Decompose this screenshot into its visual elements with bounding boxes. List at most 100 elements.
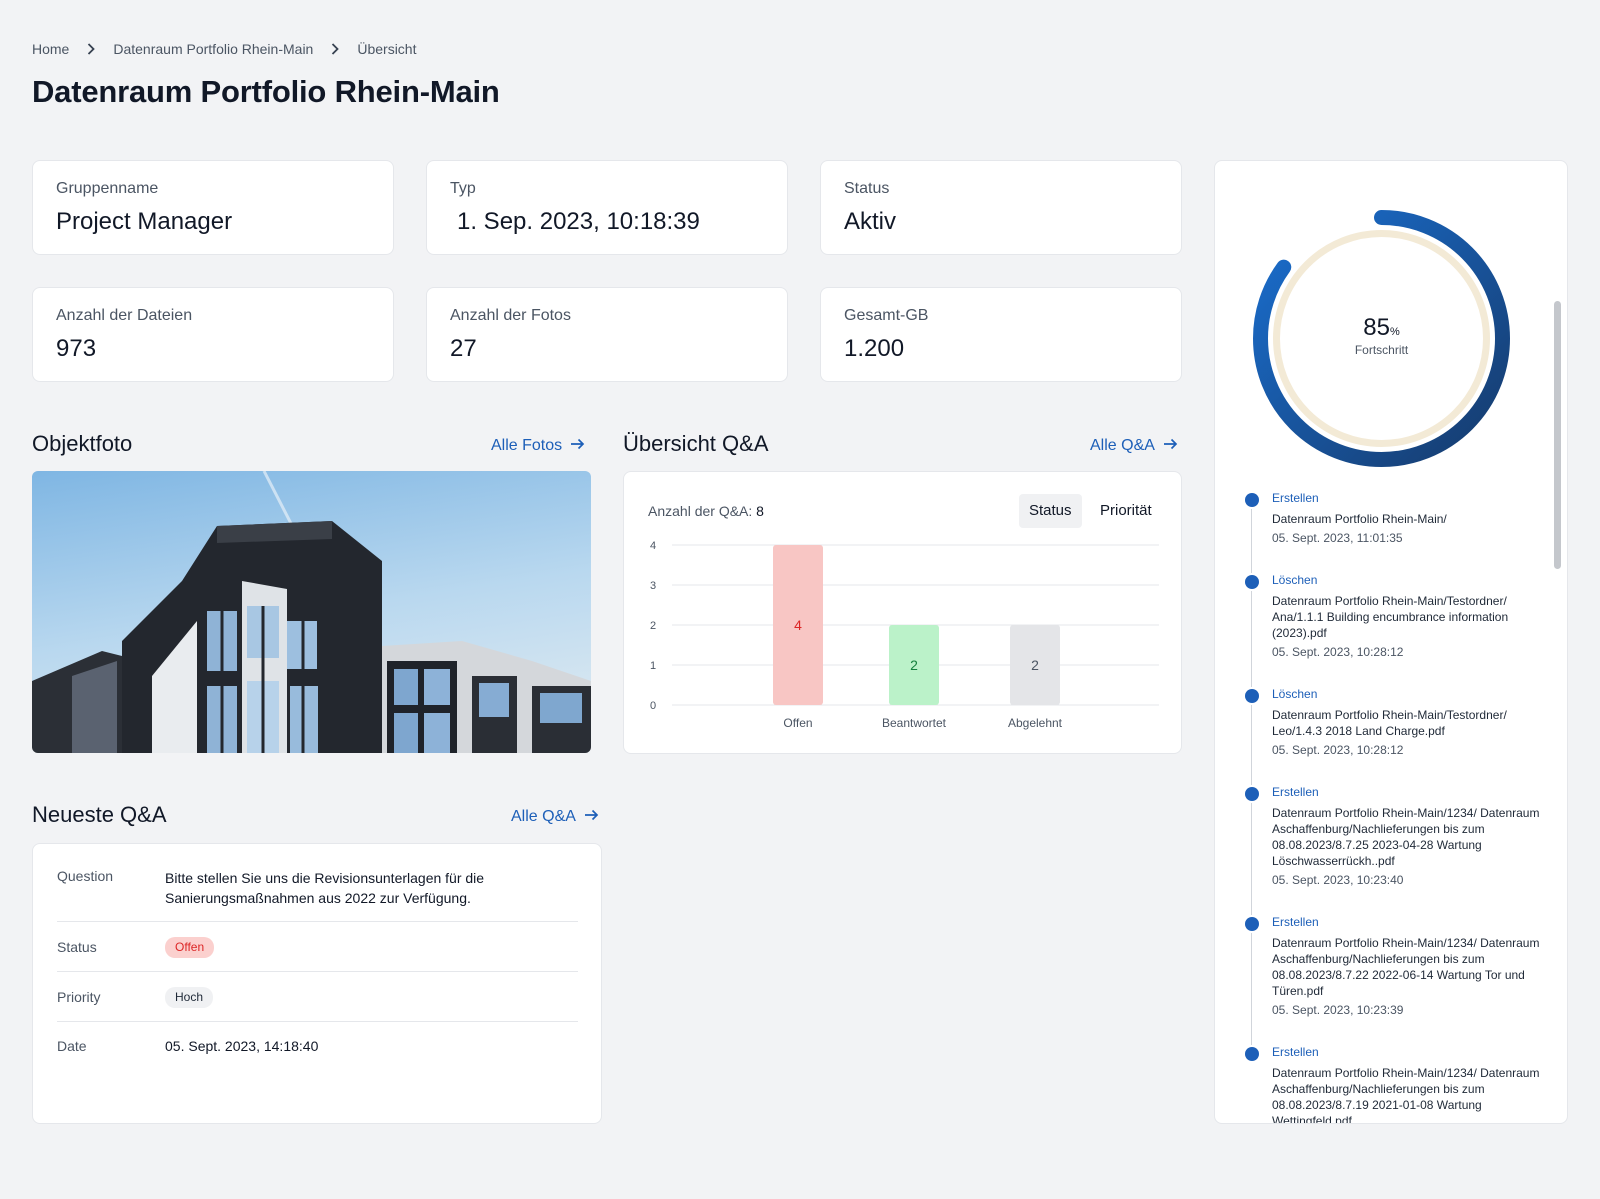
timeline-line (1251, 509, 1252, 573)
activity-path: Datenraum Portfolio Rhein-Main/1234/ Dat… (1272, 1066, 1540, 1124)
qa-priority-badge: Hoch (165, 986, 214, 1008)
x-category-label: Abgelehnt (1008, 716, 1063, 730)
breadcrumb-dataroom[interactable]: Datenraum Portfolio Rhein-Main (113, 41, 313, 57)
stat-card-photos: Anzahl der Fotos 27 (426, 287, 788, 382)
x-category-label: Offen (783, 716, 812, 730)
arrow-right-icon (1163, 437, 1178, 455)
progress-number: 85 (1363, 314, 1390, 341)
timeline-dot (1245, 493, 1259, 507)
stat-value: 27 (450, 335, 477, 362)
qa-date-value: 05. Sept. 2023, 14:18:40 (165, 1038, 319, 1054)
timeline-dot (1245, 689, 1259, 703)
stat-label: Gruppenname (56, 180, 159, 197)
activity-path: Datenraum Portfolio Rhein-Main/1234/ Dat… (1272, 806, 1540, 868)
activity-action: Löschen (1272, 573, 1318, 587)
stat-value: 1.200 (844, 335, 905, 362)
qa-row-status: Status Offen (57, 922, 578, 972)
stat-label: Anzahl der Fotos (450, 307, 571, 324)
timeline-line (1251, 705, 1252, 785)
activity-action: Löschen (1272, 687, 1318, 701)
qa-row-question: Question Bitte stellen Sie uns die Revis… (57, 860, 578, 922)
timeline-dot (1245, 575, 1259, 589)
photo-section-title: Objektfoto (32, 431, 133, 456)
qa-status-label: Status (57, 938, 97, 955)
chevron-right-icon (331, 43, 340, 55)
breadcrumb-current: Übersicht (357, 41, 417, 57)
activity-action: Erstellen (1272, 491, 1319, 505)
qa-detail-table: Question Bitte stellen Sie uns die Revis… (57, 860, 578, 1070)
timeline-line (1251, 591, 1252, 687)
activity-time: 05. Sept. 2023, 10:23:39 (1272, 1003, 1404, 1017)
y-tick-label: 0 (650, 700, 656, 712)
all-qa-link[interactable]: Alle Q&A (1090, 437, 1178, 455)
bar-value-label: 2 (1031, 657, 1039, 673)
stat-label: Typ (450, 180, 476, 197)
timeline-dot (1245, 787, 1259, 801)
qa-date-label: Date (57, 1038, 87, 1054)
arrow-right-icon (584, 808, 599, 826)
stat-card-status: Status Aktiv (820, 160, 1182, 255)
all-photos-label: Alle Fotos (491, 437, 563, 454)
y-tick-label: 4 (650, 540, 656, 552)
breadcrumb: Home Datenraum Portfolio Rhein-Main Über… (32, 41, 416, 57)
activity-time: 05. Sept. 2023, 10:28:12 (1272, 645, 1404, 659)
property-photo[interactable] (32, 471, 591, 753)
activity-time: 05. Sept. 2023, 10:23:40 (1272, 873, 1404, 887)
activity-path: Datenraum Portfolio Rhein-Main/ (1272, 512, 1447, 526)
stat-label: Gesamt-GB (844, 307, 929, 324)
progress-ring: 85% Fortschritt (1249, 206, 1514, 471)
chevron-right-icon (87, 43, 96, 55)
latest-qa-card[interactable]: Question Bitte stellen Sie uns die Revis… (32, 843, 602, 1124)
stat-value: 973 (56, 335, 97, 362)
activity-path: Datenraum Portfolio Rhein-Main/1234/ Dat… (1272, 936, 1540, 998)
timeline-dot (1245, 1047, 1259, 1061)
progress-value: 85% (1249, 314, 1514, 342)
activity-action: Erstellen (1272, 915, 1319, 929)
stat-card-group: Gruppenname Project Manager (32, 160, 394, 255)
latest-all-qa-label: Alle Q&A (511, 808, 576, 825)
progress-label: Fortschritt (1354, 343, 1409, 357)
activity-scrollbar[interactable] (1554, 301, 1561, 569)
all-photos-link[interactable]: Alle Fotos (491, 437, 585, 455)
all-qa-label: Alle Q&A (1090, 437, 1155, 454)
activity-panel[interactable]: 85% Fortschritt Erstellen Datenraum Port… (1214, 160, 1568, 1124)
qa-priority-label: Priority (57, 988, 101, 1005)
page-title: Datenraum Portfolio Rhein-Main (32, 74, 500, 109)
stat-label: Status (844, 180, 890, 197)
stat-card-type: Typ 1. Sep. 2023, 10:18:39 (426, 160, 788, 255)
qa-question-text: Bitte stellen Sie uns die Revisionsunter… (165, 870, 485, 906)
stat-card-total-gb: Gesamt-GB 1.200 (820, 287, 1182, 382)
activity-action: Erstellen (1272, 1045, 1319, 1059)
activity-path: Datenraum Portfolio Rhein-Main/Testordne… (1272, 708, 1507, 738)
qa-question-label: Question (57, 868, 114, 884)
qa-row-date: Date 05. Sept. 2023, 14:18:40 (57, 1022, 578, 1070)
latest-qa-title: Neueste Q&A (32, 802, 167, 827)
progress-unit: % (1389, 326, 1400, 338)
arrow-right-icon (570, 437, 585, 455)
stat-value: Project Manager (56, 208, 233, 235)
stat-value: 1. Sep. 2023, 10:18:39 (457, 208, 700, 235)
stat-label: Anzahl der Dateien (56, 307, 193, 324)
y-tick-label: 1 (650, 660, 656, 672)
timeline-dot (1245, 917, 1259, 931)
stat-card-files: Anzahl der Dateien 973 (32, 287, 394, 382)
activity-time: 05. Sept. 2023, 11:01:35 (1272, 531, 1403, 545)
x-category-label: Beantwortet (882, 716, 947, 730)
timeline-line (1251, 803, 1252, 915)
timeline-line (1251, 933, 1252, 1045)
latest-all-qa-link[interactable]: Alle Q&A (511, 808, 599, 826)
stat-value: Aktiv (844, 208, 897, 235)
qa-status-chart: 0 1 2 3 4 4 Offen 2 Beantwortet 2 Abgelehnt (650, 540, 1159, 730)
qa-overview-card: Anzahl der Q&A: 8 Status Priorität 01234… (623, 471, 1182, 754)
breadcrumb-home[interactable]: Home (32, 41, 69, 57)
qa-row-priority: Priority Hoch (57, 972, 578, 1022)
qa-overview-title: Übersicht Q&A (623, 431, 769, 456)
bar-value-label: 4 (794, 617, 802, 633)
activity-action: Erstellen (1272, 785, 1319, 799)
qa-status-badge: Offen (165, 936, 215, 958)
y-tick-label: 2 (650, 620, 656, 632)
activity-time: 05. Sept. 2023, 10:28:12 (1272, 743, 1404, 757)
y-tick-label: 3 (650, 580, 656, 592)
bar-value-label: 2 (910, 657, 918, 673)
activity-path: Datenraum Portfolio Rhein-Main/Testordne… (1272, 594, 1509, 640)
